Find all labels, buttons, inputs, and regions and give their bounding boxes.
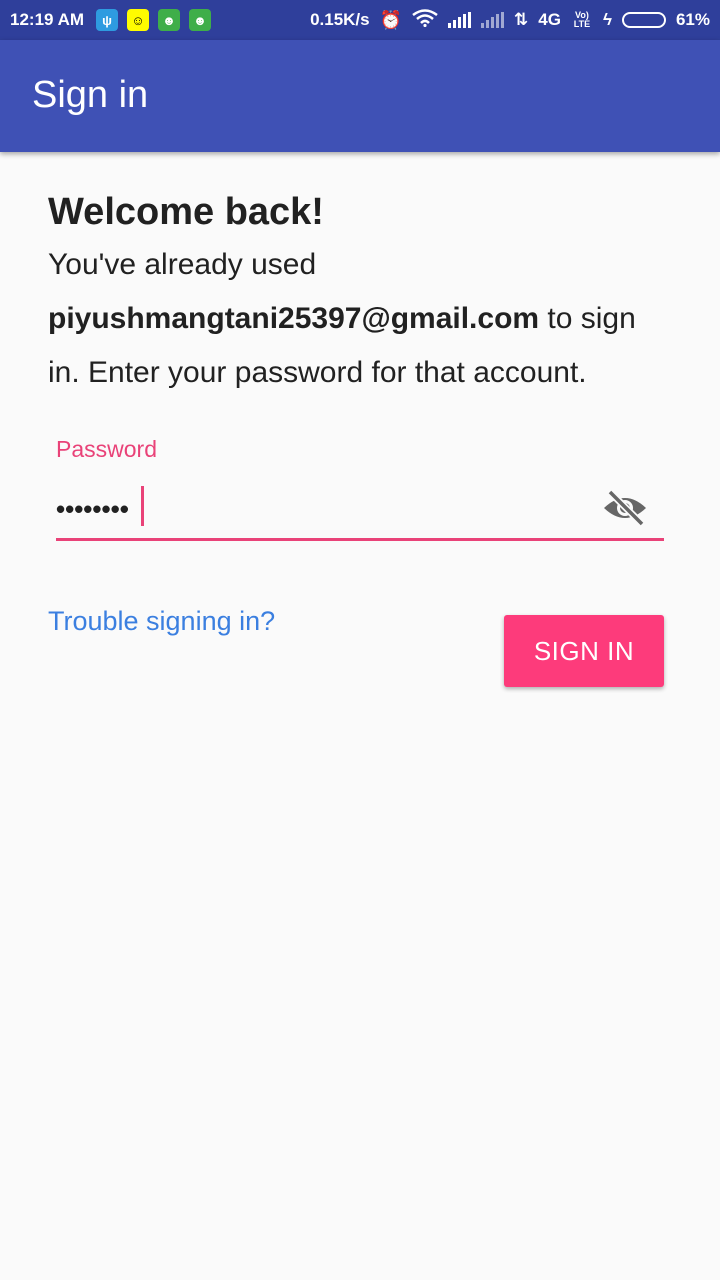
network-type: 4G <box>538 10 561 29</box>
password-field[interactable]: •••••••• <box>56 478 664 541</box>
alarm-off-icon: ⏰ <box>379 9 403 30</box>
sign-in-button[interactable]: SIGN IN <box>504 615 664 687</box>
welcome-message: You've already used piyushmangtani25397@… <box>48 238 672 400</box>
account-email: piyushmangtani25397@gmail.com <box>48 302 540 335</box>
welcome-section: Welcome back! You've already used piyush… <box>48 188 672 400</box>
battery-icon <box>621 12 666 28</box>
volte-icon: Vo) LTE <box>573 10 591 29</box>
data-transfer-icon: ⇅ <box>514 10 529 29</box>
charging-icon: ϟ <box>602 10 612 29</box>
status-time: 12:19 AM <box>10 10 85 29</box>
message-prefix: You've already used <box>48 248 317 281</box>
trouble-signing-in-link[interactable]: Trouble signing in? <box>48 606 275 637</box>
usb-icon: ψ <box>96 9 119 31</box>
wifi-icon <box>412 8 438 32</box>
page-title: Sign in <box>32 73 149 116</box>
visibility-off-icon[interactable] <box>602 488 648 528</box>
password-label: Password <box>56 436 157 462</box>
battery-percent: 61% <box>675 10 710 29</box>
net-speed: 0.15K/s <box>310 10 370 29</box>
welcome-heading: Welcome back! <box>48 191 324 233</box>
app-bar: Sign in <box>0 40 720 152</box>
android-icon: ☻ <box>158 9 181 31</box>
text-cursor <box>141 486 144 526</box>
password-value[interactable]: •••••••• <box>56 494 129 525</box>
status-bar: 12:19 AM ψ ☺ ☻ ☻ 0.15K/s ⏰ ⇅ 4G Vo) LTE … <box>0 0 720 40</box>
snapchat-icon: ☺ <box>127 9 150 31</box>
signal-icon <box>448 12 472 28</box>
signal-icon <box>481 12 505 28</box>
android-icon: ☻ <box>189 9 212 31</box>
